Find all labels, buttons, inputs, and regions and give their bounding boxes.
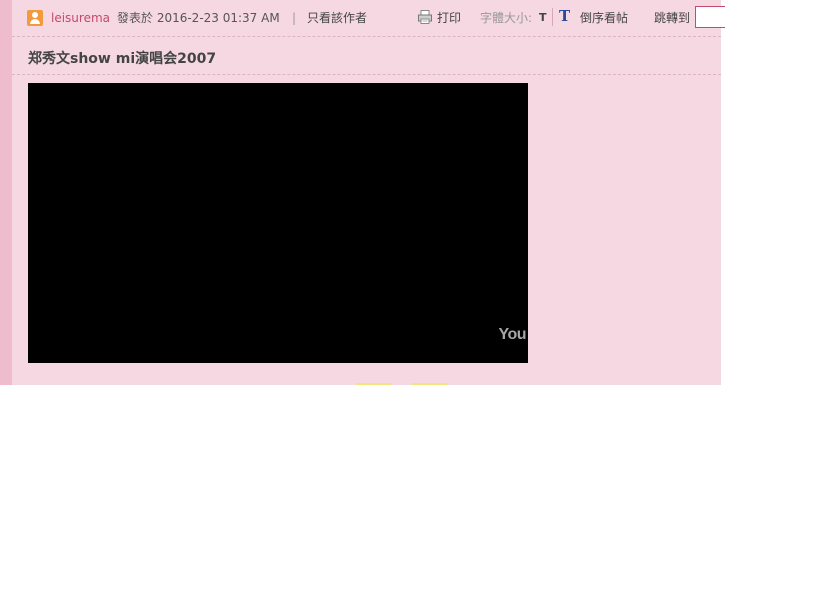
author-link[interactable]: leisurema xyxy=(51,10,110,26)
printer-icon[interactable] xyxy=(418,10,432,24)
author-only-link[interactable]: 只看該作者 xyxy=(307,10,367,26)
jump-to-label: 跳轉到 xyxy=(654,11,691,25)
youtube-watermark[interactable]: You xyxy=(498,326,526,344)
left-border-bar xyxy=(0,0,12,385)
video-player[interactable]: You xyxy=(28,83,528,363)
post-panel: leisurema 發表於 2016-2-23 01:37 AM | 只看該作者… xyxy=(12,0,725,385)
bottom-tab-right xyxy=(411,383,448,385)
print-link[interactable]: 打印 xyxy=(437,10,461,26)
separator: | xyxy=(292,11,297,25)
font-size-label: 字體大小: xyxy=(480,11,533,25)
jump-to-input[interactable] xyxy=(695,6,725,28)
bottom-tab-left xyxy=(356,383,392,385)
post-time: 發表於 2016-2-23 01:37 AM xyxy=(117,11,280,25)
vertical-divider xyxy=(552,8,553,26)
post-title: 郑秀文show mi演唱会2007 xyxy=(28,51,217,67)
large-t-icon[interactable]: T xyxy=(559,7,570,25)
reverse-order-link[interactable]: 倒序看帖 xyxy=(580,10,628,26)
title-row: 郑秀文show mi演唱会2007 xyxy=(12,37,721,75)
post-header: leisurema 發表於 2016-2-23 01:37 AM | 只看該作者… xyxy=(12,0,725,37)
user-avatar-icon[interactable] xyxy=(27,10,43,26)
page: leisurema 發表於 2016-2-23 01:37 AM | 只看該作者… xyxy=(0,0,820,615)
font-size-toggle[interactable]: T xyxy=(539,11,547,24)
